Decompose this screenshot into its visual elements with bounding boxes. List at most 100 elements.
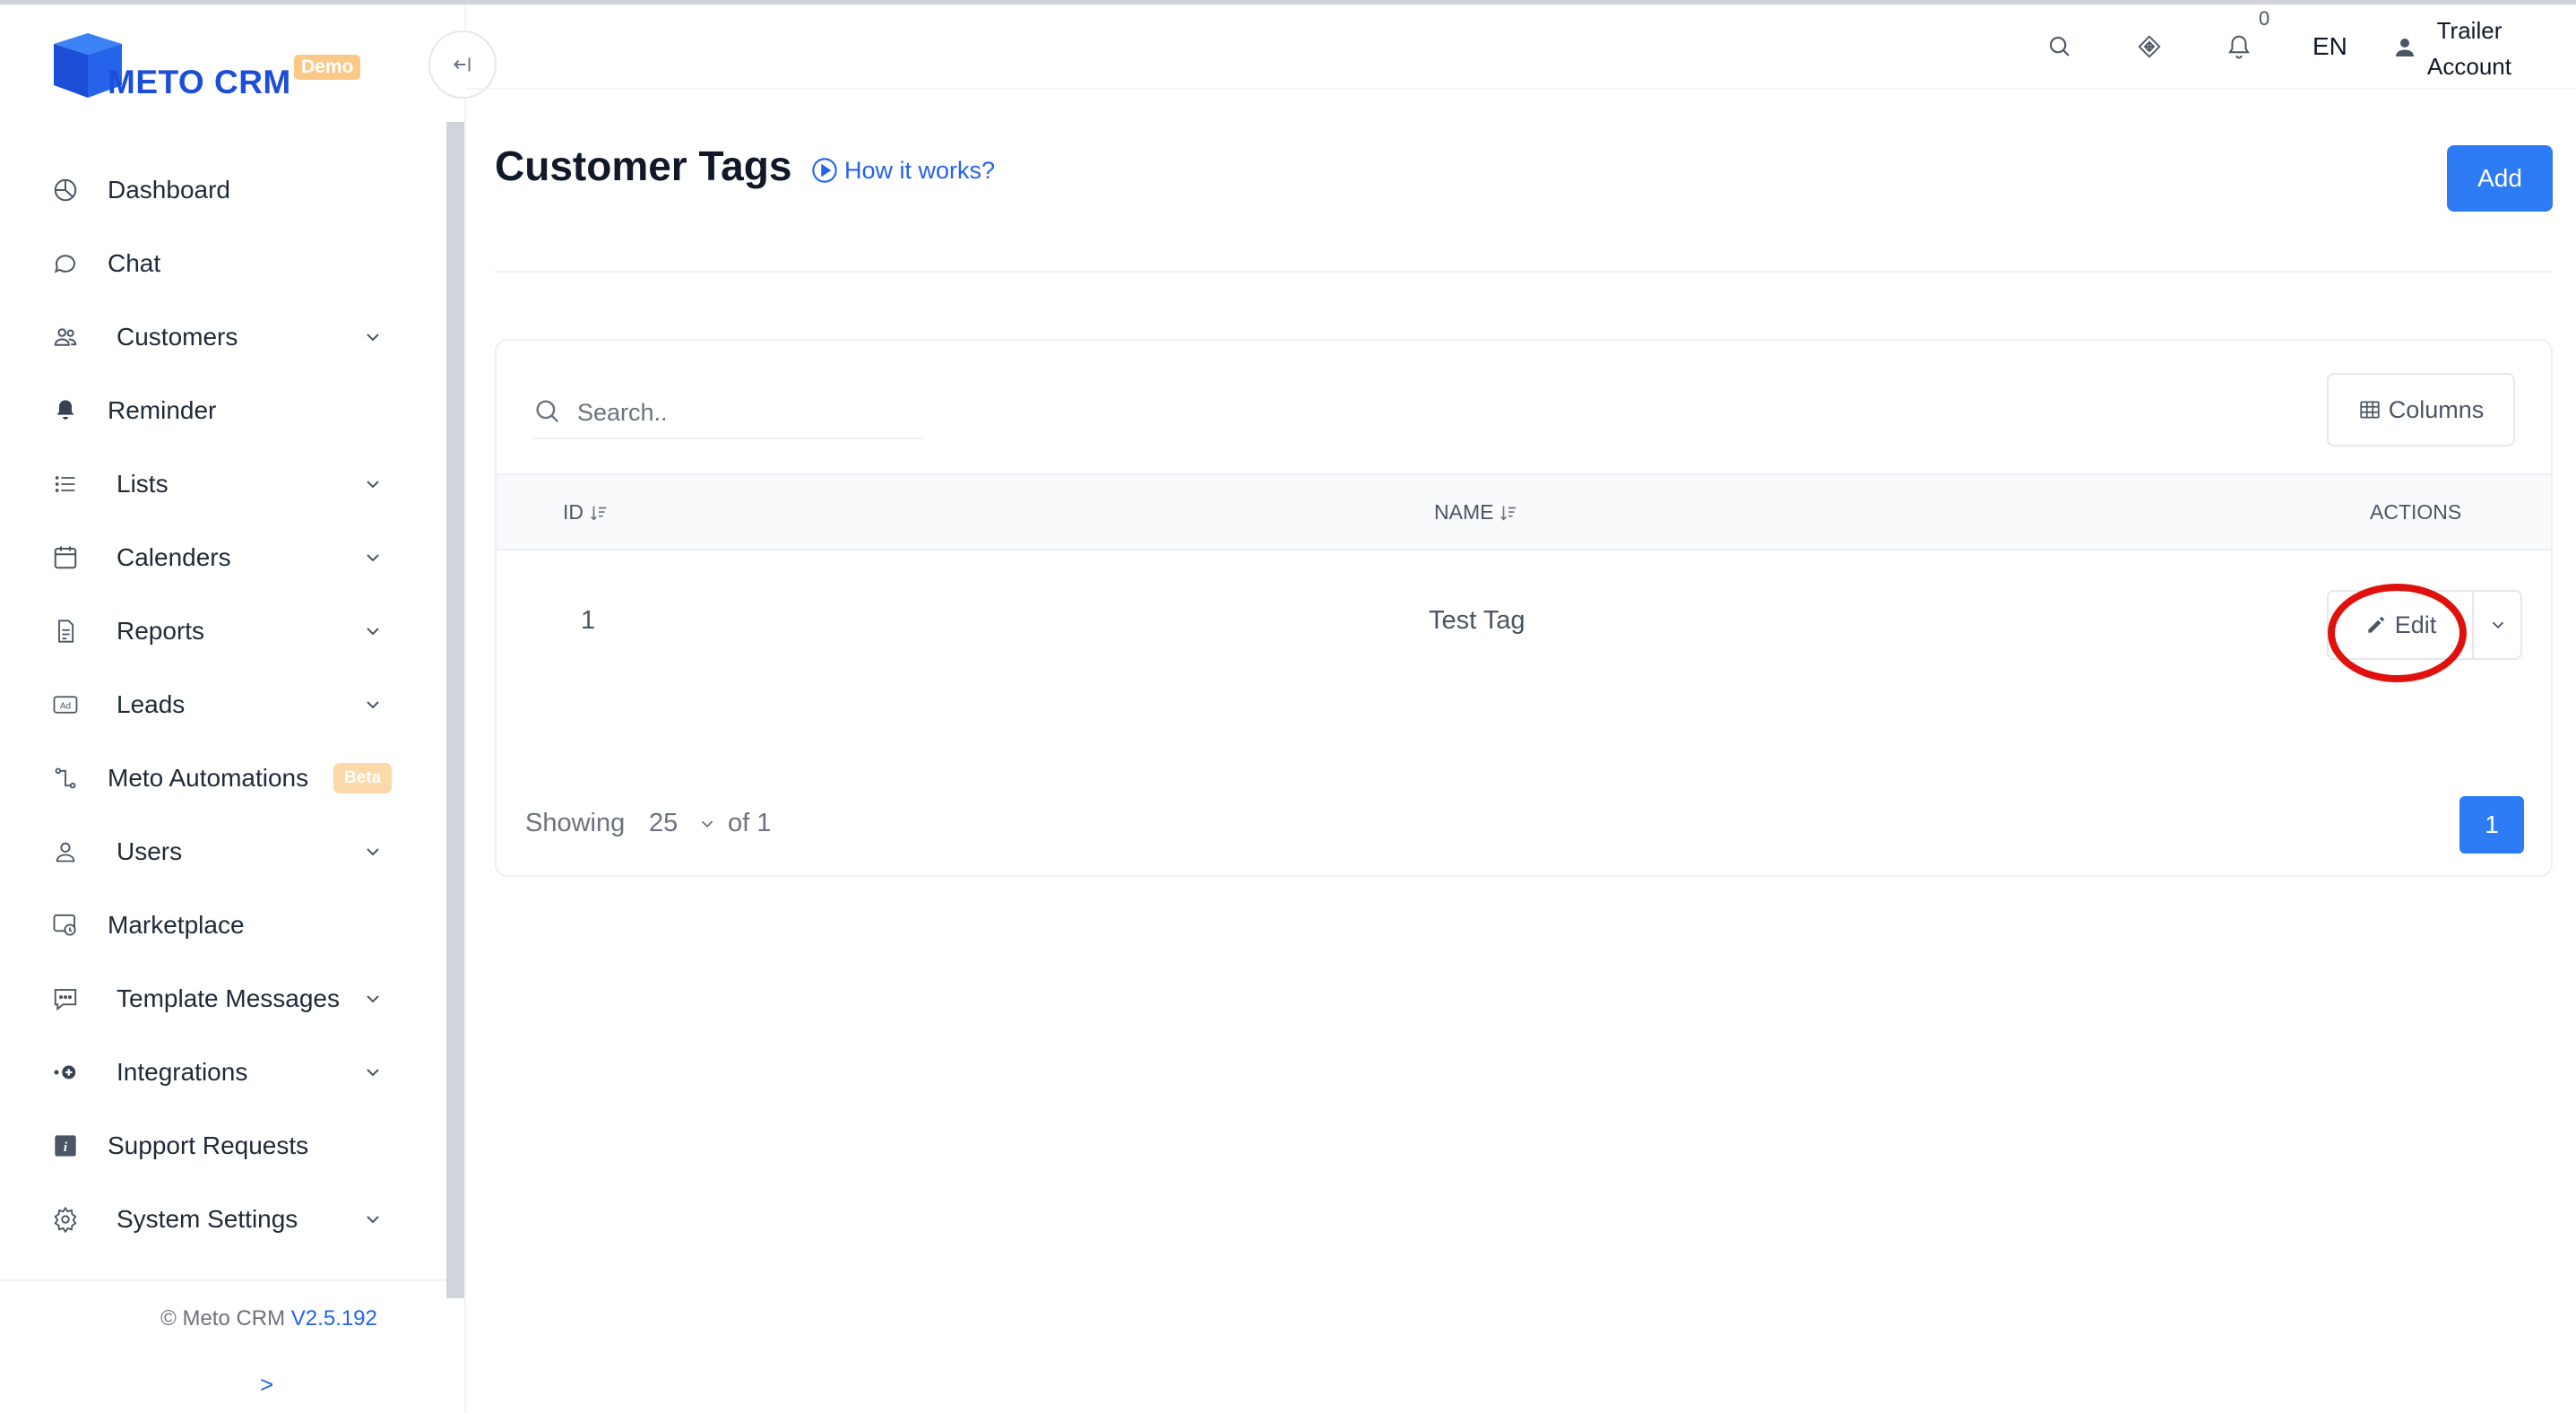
sidebar-item-meto-automations[interactable]: Meto Automations Beta: [0, 741, 448, 815]
bell-icon: [50, 395, 81, 426]
column-header-name[interactable]: NAME: [1434, 500, 1518, 524]
account-menu[interactable]: Trailer Account: [2420, 13, 2519, 84]
chevron-down-icon: [2492, 621, 2504, 629]
sidebar-item-label: Chat: [108, 249, 161, 277]
search-icon[interactable]: [2042, 29, 2078, 65]
sidebar-item-system-settings[interactable]: System Settings: [0, 1183, 448, 1256]
language-selector[interactable]: EN: [2312, 32, 2347, 61]
sidebar-item-reminder[interactable]: Reminder: [0, 374, 448, 447]
chevron-down-icon: [367, 1069, 379, 1077]
column-header-actions: ACTIONS: [2370, 500, 2461, 524]
sidebar-item-customers[interactable]: Customers: [0, 300, 448, 374]
page-title: Customer Tags: [495, 143, 792, 189]
sidebar-item-label: Support Requests: [108, 1131, 309, 1159]
chevron-down-icon: [367, 701, 379, 709]
add-button[interactable]: Add: [2447, 145, 2553, 212]
notification-count: 0: [2259, 7, 2270, 30]
sidebar-item-marketplace[interactable]: Marketplace: [0, 889, 448, 962]
sidebar-item-label: Leads: [117, 690, 186, 718]
sidebar-item-label: Lists: [117, 470, 169, 498]
sidebar-scrollbar[interactable]: [446, 122, 464, 1298]
column-header-label: ACTIONS: [2370, 500, 2462, 524]
sidebar-item-chat[interactable]: Chat: [0, 227, 448, 300]
dashboard-icon: [50, 175, 81, 205]
cell-name: Test Tag: [1429, 606, 1526, 635]
copyright-text: © Meto CRM: [160, 1306, 286, 1331]
chat-icon: [50, 248, 81, 279]
how-it-works-link[interactable]: How it works?: [810, 156, 995, 185]
sidebar-item-dashboard[interactable]: Dashboard: [0, 153, 448, 227]
search-icon: [536, 400, 559, 423]
sidebar-divider: [464, 4, 466, 1413]
sidebar-item-label: Reminder: [108, 396, 217, 424]
logo-text: METO CRM: [108, 64, 291, 100]
calendar-icon: [50, 542, 81, 573]
marketplace-icon: [50, 910, 81, 941]
columns-button[interactable]: Columns: [2327, 373, 2515, 446]
chevron-down-icon: [367, 554, 379, 562]
chevron-down-icon: [367, 1216, 379, 1224]
sidebar-item-label: Reports: [117, 617, 205, 645]
tags-table-card: Columns ID NAME ACTIONS 1 Test Tag Edit: [495, 339, 2553, 877]
logo[interactable]: METO CRM Demo: [48, 28, 380, 108]
search-input[interactable]: [577, 393, 918, 432]
title-divider: [495, 271, 2553, 273]
chevron-down-icon: [367, 334, 379, 342]
customers-icon: [50, 322, 81, 352]
sidebar-nav: Dashboard Chat Customers Reminder Lists …: [0, 153, 448, 1256]
report-icon: [50, 616, 81, 646]
chevron-down-icon: [367, 628, 379, 636]
sidebar-item-calenders[interactable]: Calenders: [0, 521, 448, 594]
beta-badge: Beta: [333, 763, 393, 793]
sidebar-item-leads[interactable]: Ad Leads: [0, 668, 448, 741]
version-link[interactable]: V2.5.192: [291, 1306, 377, 1331]
gear-icon: [50, 1204, 81, 1235]
sidebar-item-label: Marketplace: [108, 911, 245, 939]
pagination-bar: Showing 25 of 1 1: [497, 796, 2551, 859]
table-header: ID NAME ACTIONS: [497, 473, 2551, 550]
search-box: [532, 389, 923, 439]
highlight-annotation: [2328, 584, 2467, 682]
chevron-down-icon: [367, 481, 379, 489]
page-total: of 1: [728, 809, 772, 837]
header-divider: [466, 88, 2576, 90]
list-icon: [50, 469, 81, 499]
sidebar-item-reports[interactable]: Reports: [0, 594, 448, 668]
cell-id: 1: [581, 606, 596, 635]
chevron-down-icon[interactable]: [697, 814, 717, 834]
ad-icon: Ad: [50, 689, 81, 720]
notification-bell-icon[interactable]: [2221, 29, 2257, 65]
sidebar-item-label: System Settings: [117, 1205, 298, 1233]
chevron-down-icon: [367, 995, 379, 1003]
table-icon: [2360, 401, 2380, 419]
sidebar-item-label: Calenders: [117, 543, 231, 571]
sidebar-item-lists[interactable]: Lists: [0, 447, 448, 521]
message-template-icon: [50, 984, 81, 1014]
play-circle-icon: [812, 158, 837, 183]
showing-label: Showing: [525, 809, 626, 837]
account-name-line2: Account: [2427, 53, 2511, 80]
row-actions-dropdown[interactable]: [2474, 592, 2522, 658]
sidebar-item-label: Integrations: [117, 1058, 248, 1086]
sidebar: METO CRM Demo Dashboard Chat Customers R…: [0, 4, 466, 1413]
sidebar-item-support-requests[interactable]: i Support Requests: [0, 1109, 448, 1183]
columns-label: Columns: [2388, 395, 2485, 423]
sidebar-item-template-messages[interactable]: Template Messages: [0, 962, 448, 1036]
collapse-arrow-icon: [453, 57, 471, 72]
sort-icon: [591, 506, 607, 521]
user-icon: [50, 837, 81, 867]
sidebar-item-label: Meto Automations: [108, 764, 309, 792]
expand-sidebar-button[interactable]: >: [260, 1371, 273, 1399]
sidebar-footer-divider: [0, 1279, 446, 1281]
sidebar-item-label: Customers: [117, 323, 238, 351]
sidebar-item-integrations[interactable]: Integrations: [0, 1036, 448, 1109]
diamond-icon[interactable]: [2131, 29, 2167, 65]
sidebar-item-users[interactable]: Users: [0, 815, 448, 889]
info-icon: i: [50, 1131, 81, 1161]
sort-icon: [1500, 506, 1517, 521]
column-header-label: ID: [563, 500, 583, 524]
page-size-select[interactable]: 25: [649, 809, 678, 838]
page-button-current[interactable]: 1: [2459, 796, 2524, 854]
column-header-id[interactable]: ID: [563, 500, 609, 524]
chevron-down-icon: [367, 848, 379, 856]
